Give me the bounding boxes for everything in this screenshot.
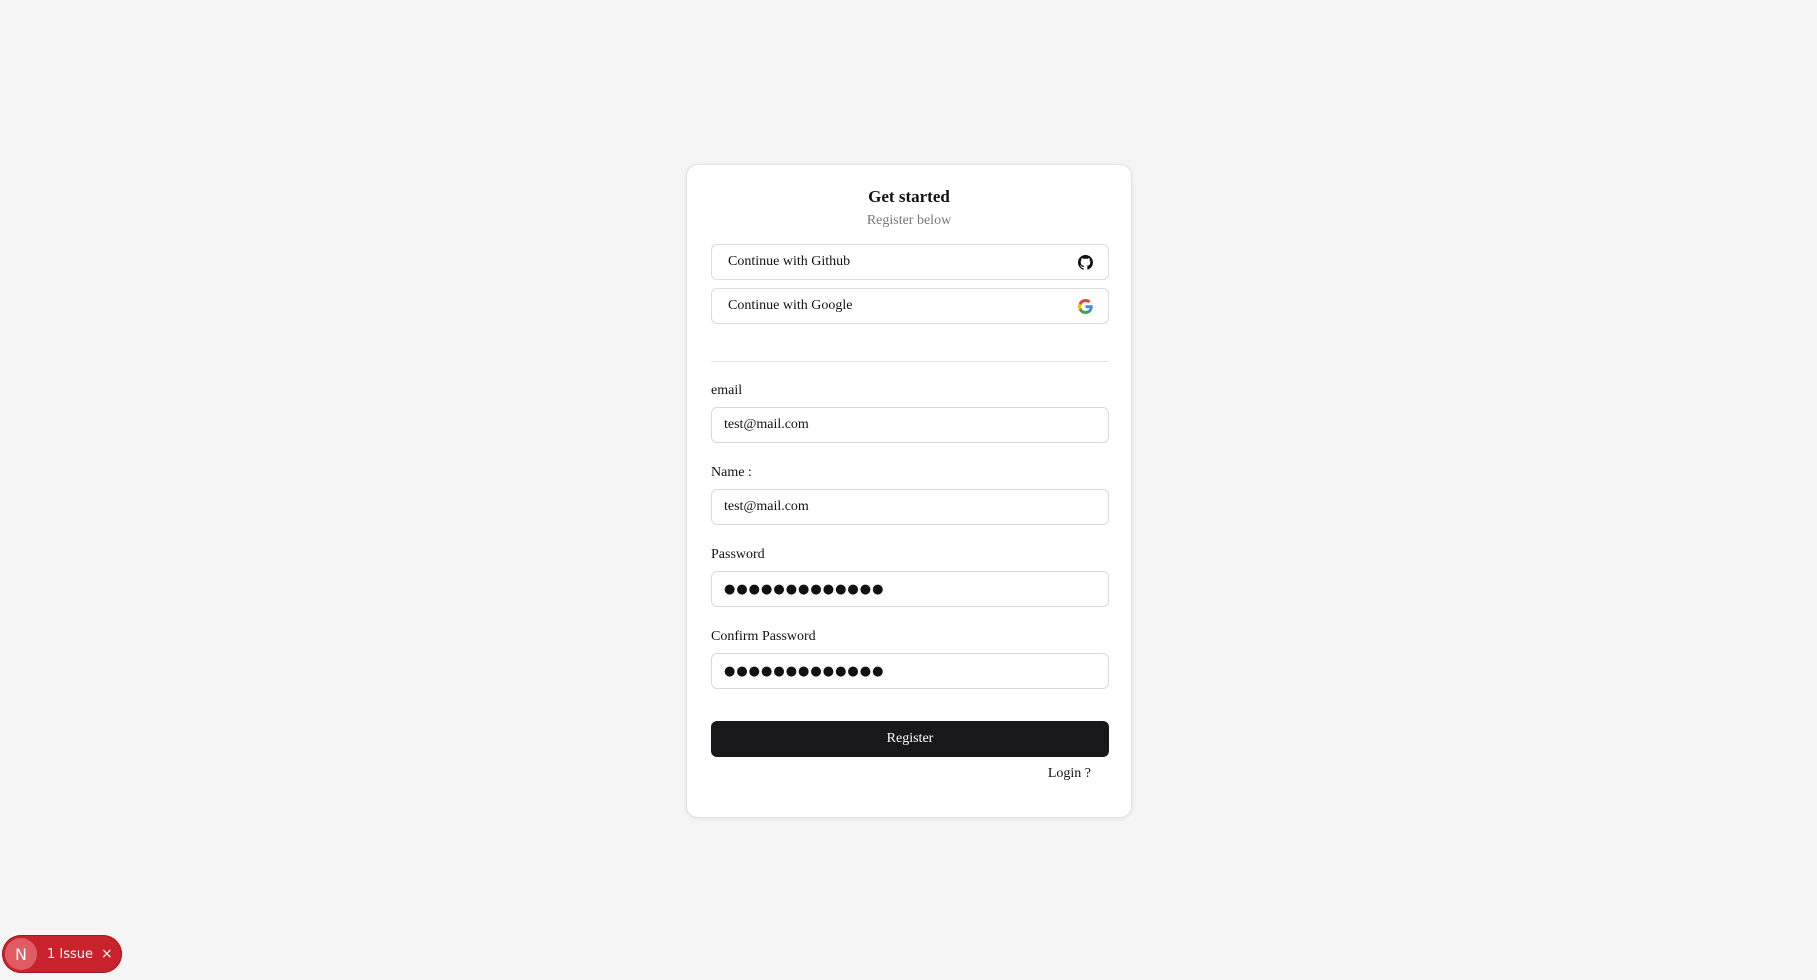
email-field[interactable] <box>711 407 1109 443</box>
close-icon[interactable]: × <box>101 946 113 962</box>
register-card: Get started Register below Continue with… <box>686 164 1132 818</box>
confirm-password-label: Confirm Password <box>711 629 816 644</box>
github-login-button[interactable]: Continue with Github <box>711 244 1109 280</box>
page-subtitle: Register below <box>866 213 952 228</box>
google-icon <box>1078 298 1093 314</box>
password-label: Password <box>711 547 765 562</box>
confirm-password-field[interactable] <box>711 653 1109 689</box>
github-button-label: Continue with Github <box>728 254 851 269</box>
register-button[interactable]: Register <box>711 721 1109 757</box>
name-label: Name : <box>711 465 752 480</box>
email-label: email <box>711 383 743 398</box>
divider <box>711 361 1109 362</box>
google-login-button[interactable]: Continue with Google <box>711 288 1109 324</box>
google-button-label: Continue with Google <box>728 298 853 313</box>
page-title: Get started <box>868 187 950 206</box>
login-link[interactable]: Login ? <box>1048 766 1091 782</box>
password-field[interactable] <box>711 571 1109 607</box>
dev-issue-badge[interactable]: N 1 Issue × <box>2 935 122 973</box>
nextjs-logo-icon[interactable]: N <box>5 938 37 970</box>
github-icon <box>1078 254 1093 270</box>
issue-count-label[interactable]: 1 Issue <box>47 947 93 962</box>
name-field[interactable] <box>711 489 1109 525</box>
